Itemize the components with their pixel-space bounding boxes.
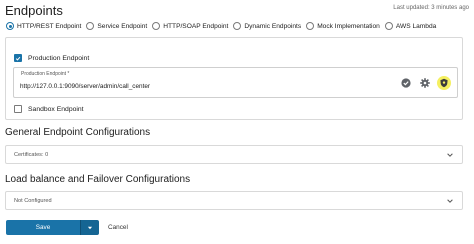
- radio-icon[interactable]: [86, 22, 95, 30]
- radio-label: Dynamic Endpoints: [244, 22, 302, 30]
- production-endpoint-input[interactable]: [20, 80, 380, 92]
- production-endpoint-field-label: Production Endpoint *: [21, 71, 70, 77]
- cancel-button[interactable]: Cancel: [108, 224, 128, 231]
- radio-label: AWS Lambda: [395, 22, 437, 30]
- caret-down-icon: [87, 226, 93, 229]
- endpoint-type-radio-group: HTTP/REST Endpoint Service Endpoint HTTP…: [6, 22, 441, 30]
- general-config-title: General Endpoint Configurations: [5, 127, 151, 138]
- page-title: Endpoints: [5, 3, 63, 18]
- radio-http-rest[interactable]: HTTP/REST Endpoint: [6, 22, 81, 30]
- radio-mock-implementation[interactable]: Mock Implementation: [306, 22, 380, 30]
- radio-icon[interactable]: [152, 22, 161, 30]
- radio-label: Mock Implementation: [317, 22, 380, 30]
- loadbalance-config-title: Load balance and Failover Configurations: [5, 174, 191, 185]
- radio-label: HTTP/REST Endpoint: [17, 22, 82, 30]
- save-button-group: Save: [6, 220, 99, 235]
- radio-dynamic-endpoints[interactable]: Dynamic Endpoints: [233, 22, 301, 30]
- sandbox-endpoint-label: Sandbox Endpoint: [28, 105, 84, 113]
- radio-icon[interactable]: [306, 22, 315, 30]
- shield-icon[interactable]: [437, 76, 451, 90]
- radio-http-soap[interactable]: HTTP/SOAP Endpoint: [152, 22, 228, 30]
- production-endpoint-label: Production Endpoint: [28, 54, 90, 62]
- check-circle-icon[interactable]: [399, 77, 412, 90]
- field-actions: [393, 76, 451, 90]
- save-options-dropdown[interactable]: [80, 220, 99, 235]
- checkbox-icon[interactable]: [14, 105, 22, 113]
- radio-selected-icon[interactable]: [6, 22, 14, 30]
- radio-aws-lambda[interactable]: AWS Lambda: [384, 22, 437, 30]
- loadbalance-expander[interactable]: Not Configured: [5, 191, 463, 210]
- gear-icon[interactable]: [418, 77, 431, 90]
- chevron-down-icon: [447, 153, 453, 157]
- radio-icon[interactable]: [233, 22, 242, 30]
- endpoints-panel: Production Endpoint Production Endpoint …: [5, 37, 463, 120]
- production-endpoint-field: Production Endpoint *: [13, 67, 458, 98]
- save-button[interactable]: Save: [6, 220, 80, 235]
- production-endpoint-checkbox[interactable]: Production Endpoint: [14, 54, 89, 62]
- certificates-text: Certificates: 0: [14, 152, 49, 158]
- loadbalance-text: Not Configured: [14, 198, 52, 204]
- radio-icon[interactable]: [384, 22, 393, 30]
- radio-service-endpoint[interactable]: Service Endpoint: [86, 22, 147, 30]
- certificates-expander[interactable]: Certificates: 0: [5, 145, 463, 164]
- last-updated-text: Last updated: 3 minutes ago: [393, 5, 469, 11]
- radio-label: Service Endpoint: [97, 22, 148, 30]
- radio-label: HTTP/SOAP Endpoint: [163, 22, 229, 30]
- checkbox-checked-icon[interactable]: [14, 54, 22, 62]
- sandbox-endpoint-checkbox[interactable]: Sandbox Endpoint: [14, 105, 84, 113]
- chevron-down-icon: [447, 199, 453, 203]
